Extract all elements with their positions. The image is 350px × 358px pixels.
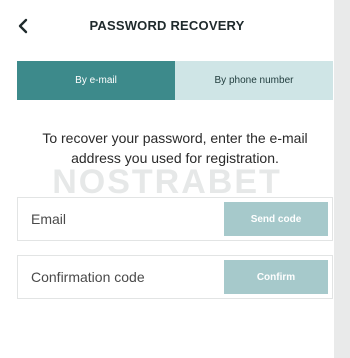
email-row: Send code [17, 197, 333, 241]
instructions-text: To recover your password, enter the e-ma… [42, 130, 308, 166]
confirm-button[interactable]: Confirm [224, 260, 328, 294]
header: PASSWORD RECOVERY [0, 12, 334, 40]
password-recovery-screen: PASSWORD RECOVERY By e-mail By phone num… [0, 0, 350, 358]
email-input[interactable] [18, 198, 224, 240]
send-code-button[interactable]: Send code [224, 202, 328, 236]
tab-by-phone[interactable]: By phone number [175, 61, 333, 100]
page-title: PASSWORD RECOVERY [89, 18, 245, 33]
recovery-method-tabs: By e-mail By phone number [17, 61, 333, 100]
confirmation-code-row: Confirm [17, 255, 333, 299]
confirmation-code-input[interactable] [18, 256, 224, 298]
tab-by-email[interactable]: By e-mail [17, 61, 175, 100]
scrollbar-track[interactable] [334, 0, 350, 358]
